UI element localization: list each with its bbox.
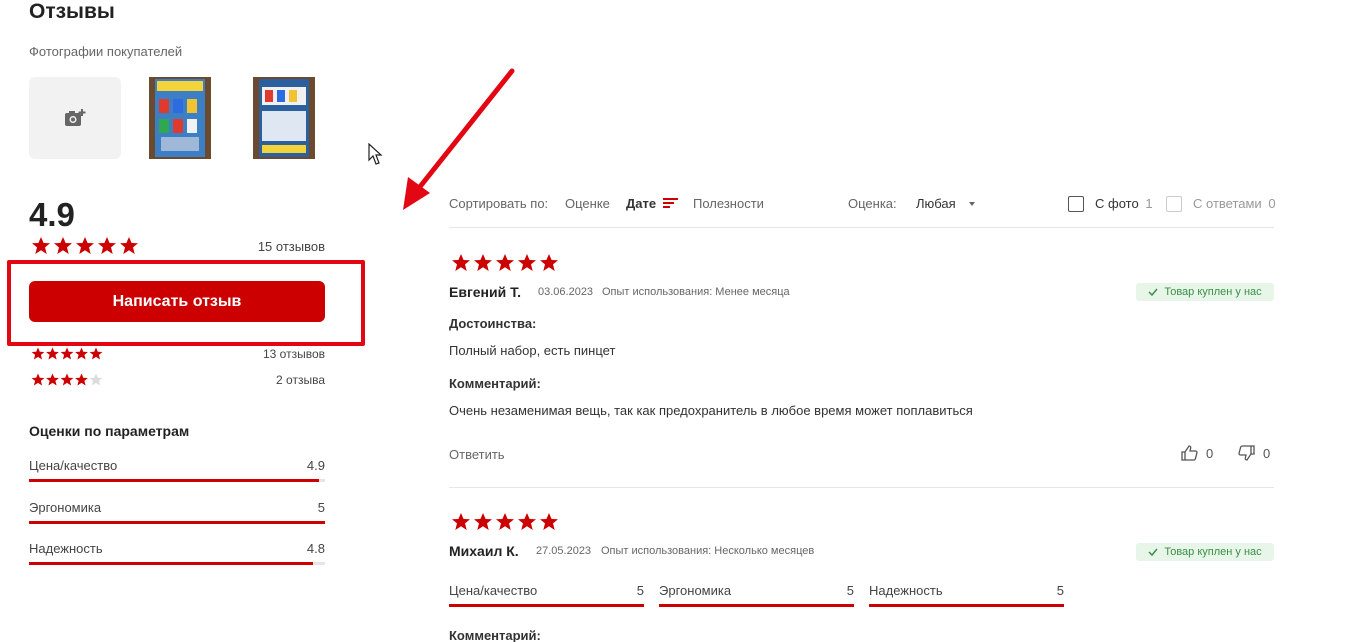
review-author: Михаил К. [449,543,519,559]
with-answers-label[interactable]: С ответами 0 [1193,196,1276,211]
review-date: 27.05.2023 [536,545,592,557]
divider [449,487,1274,488]
customer-photos-label: Фотографии покупателей [29,44,183,59]
param-label: Эргономика [659,583,732,598]
param-bar [449,604,644,607]
reviews-count[interactable]: 15 отзывов [220,239,325,254]
divider [449,227,1274,228]
cursor-icon [368,143,383,165]
rating-filter-label: Оценка: [848,196,897,211]
param-value: 5 [317,500,325,515]
param-value: 4.9 [306,458,325,473]
review-param-reliability: Надежность 5 [869,583,1064,607]
review-experience: Опыт использования: Менее месяца [602,286,790,298]
sort-option-usefulness[interactable]: Полезности [693,196,764,211]
dislike-count: 0 [1263,445,1271,461]
customer-photo-thumbnail[interactable] [149,77,211,159]
param-value: 5 [636,583,644,598]
customer-photo-thumbnail[interactable] [253,77,315,159]
with-photo-text: С фото [1095,196,1139,211]
caret-down-icon [969,202,976,206]
params-title: Оценки по параметрам [29,423,190,439]
like-count: 0 [1206,445,1214,461]
check-icon [1148,288,1158,296]
bought-here-text: Товар куплен у нас [1164,546,1262,558]
param-price-quality: Цена/качество 4.9 [29,458,325,482]
param-label: Цена/качество [449,583,538,598]
review-stars [451,253,561,278]
param-label: Цена/качество [29,458,118,473]
reply-link[interactable]: Ответить [449,447,505,462]
review-stars [451,512,561,537]
with-answers-checkbox[interactable] [1166,196,1182,212]
with-photo-count: 1 [1145,196,1153,211]
param-label: Надежность [29,541,103,556]
param-label: Эргономика [29,500,102,515]
review-date: 03.06.2023 [538,286,594,298]
add-photo-button[interactable] [29,77,121,159]
sort-option-date[interactable]: Дате [626,196,679,211]
param-bar [659,604,854,607]
review-author: Евгений Т. [449,284,521,300]
rating-stars [31,236,141,261]
dislike-button[interactable]: 0 [1238,445,1270,461]
page-title: Отзывы [29,0,115,23]
thumb-down-icon [1238,445,1255,461]
param-bar [29,479,325,482]
param-ergonomics: Эргономика 5 [29,500,325,524]
param-bar [29,562,325,565]
bought-here-text: Товар куплен у нас [1164,286,1262,298]
review-param-price-quality: Цена/качество 5 [449,583,644,607]
sort-icon [662,198,678,208]
review-comment-label: Комментарий: [449,376,541,391]
with-photo-label[interactable]: С фото 1 [1095,196,1153,211]
sort-option-date-label: Дате [626,196,657,211]
review-pros-label: Достоинства: [449,316,537,331]
bought-here-badge: Товар куплен у нас [1136,543,1274,561]
with-photo-checkbox[interactable] [1068,196,1084,212]
annotation-highlight-box [7,260,365,346]
with-answers-text: С ответами [1193,196,1262,211]
param-bar [869,604,1064,607]
param-value: 4.8 [306,541,325,556]
sort-label: Сортировать по: [449,196,549,211]
distribution-5-count[interactable]: 13 отзывов [220,347,325,361]
thumb-up-icon [1181,445,1198,461]
annotation-arrow [403,68,515,210]
distribution-5-stars[interactable] [31,347,105,366]
param-label: Надежность [869,583,943,598]
bought-here-badge: Товар куплен у нас [1136,283,1274,301]
review-experience: Опыт использования: Несколько месяцев [601,545,815,557]
param-value: 5 [1056,583,1064,598]
with-answers-count: 0 [1268,196,1276,211]
average-rating: 4.9 [29,196,75,233]
rating-filter-select[interactable]: Любая [916,196,977,211]
param-bar [29,521,325,524]
check-icon [1148,548,1158,556]
review-comment-label: Комментарий: [449,628,541,642]
param-reliability: Надежность 4.8 [29,541,325,565]
sort-option-rating[interactable]: Оценке [565,196,610,211]
camera-add-icon [65,109,86,126]
review-param-ergonomics: Эргономика 5 [659,583,854,607]
review-comment-text: Очень незаменимая вещь, так как предохра… [449,403,973,418]
distribution-4-count[interactable]: 2 отзыва [220,373,325,387]
distribution-4-stars[interactable] [31,373,105,392]
rating-filter-value: Любая [916,196,956,211]
param-value: 5 [846,583,854,598]
review-pros-text: Полный набор, есть пинцет [449,343,616,358]
like-button[interactable]: 0 [1181,445,1213,461]
